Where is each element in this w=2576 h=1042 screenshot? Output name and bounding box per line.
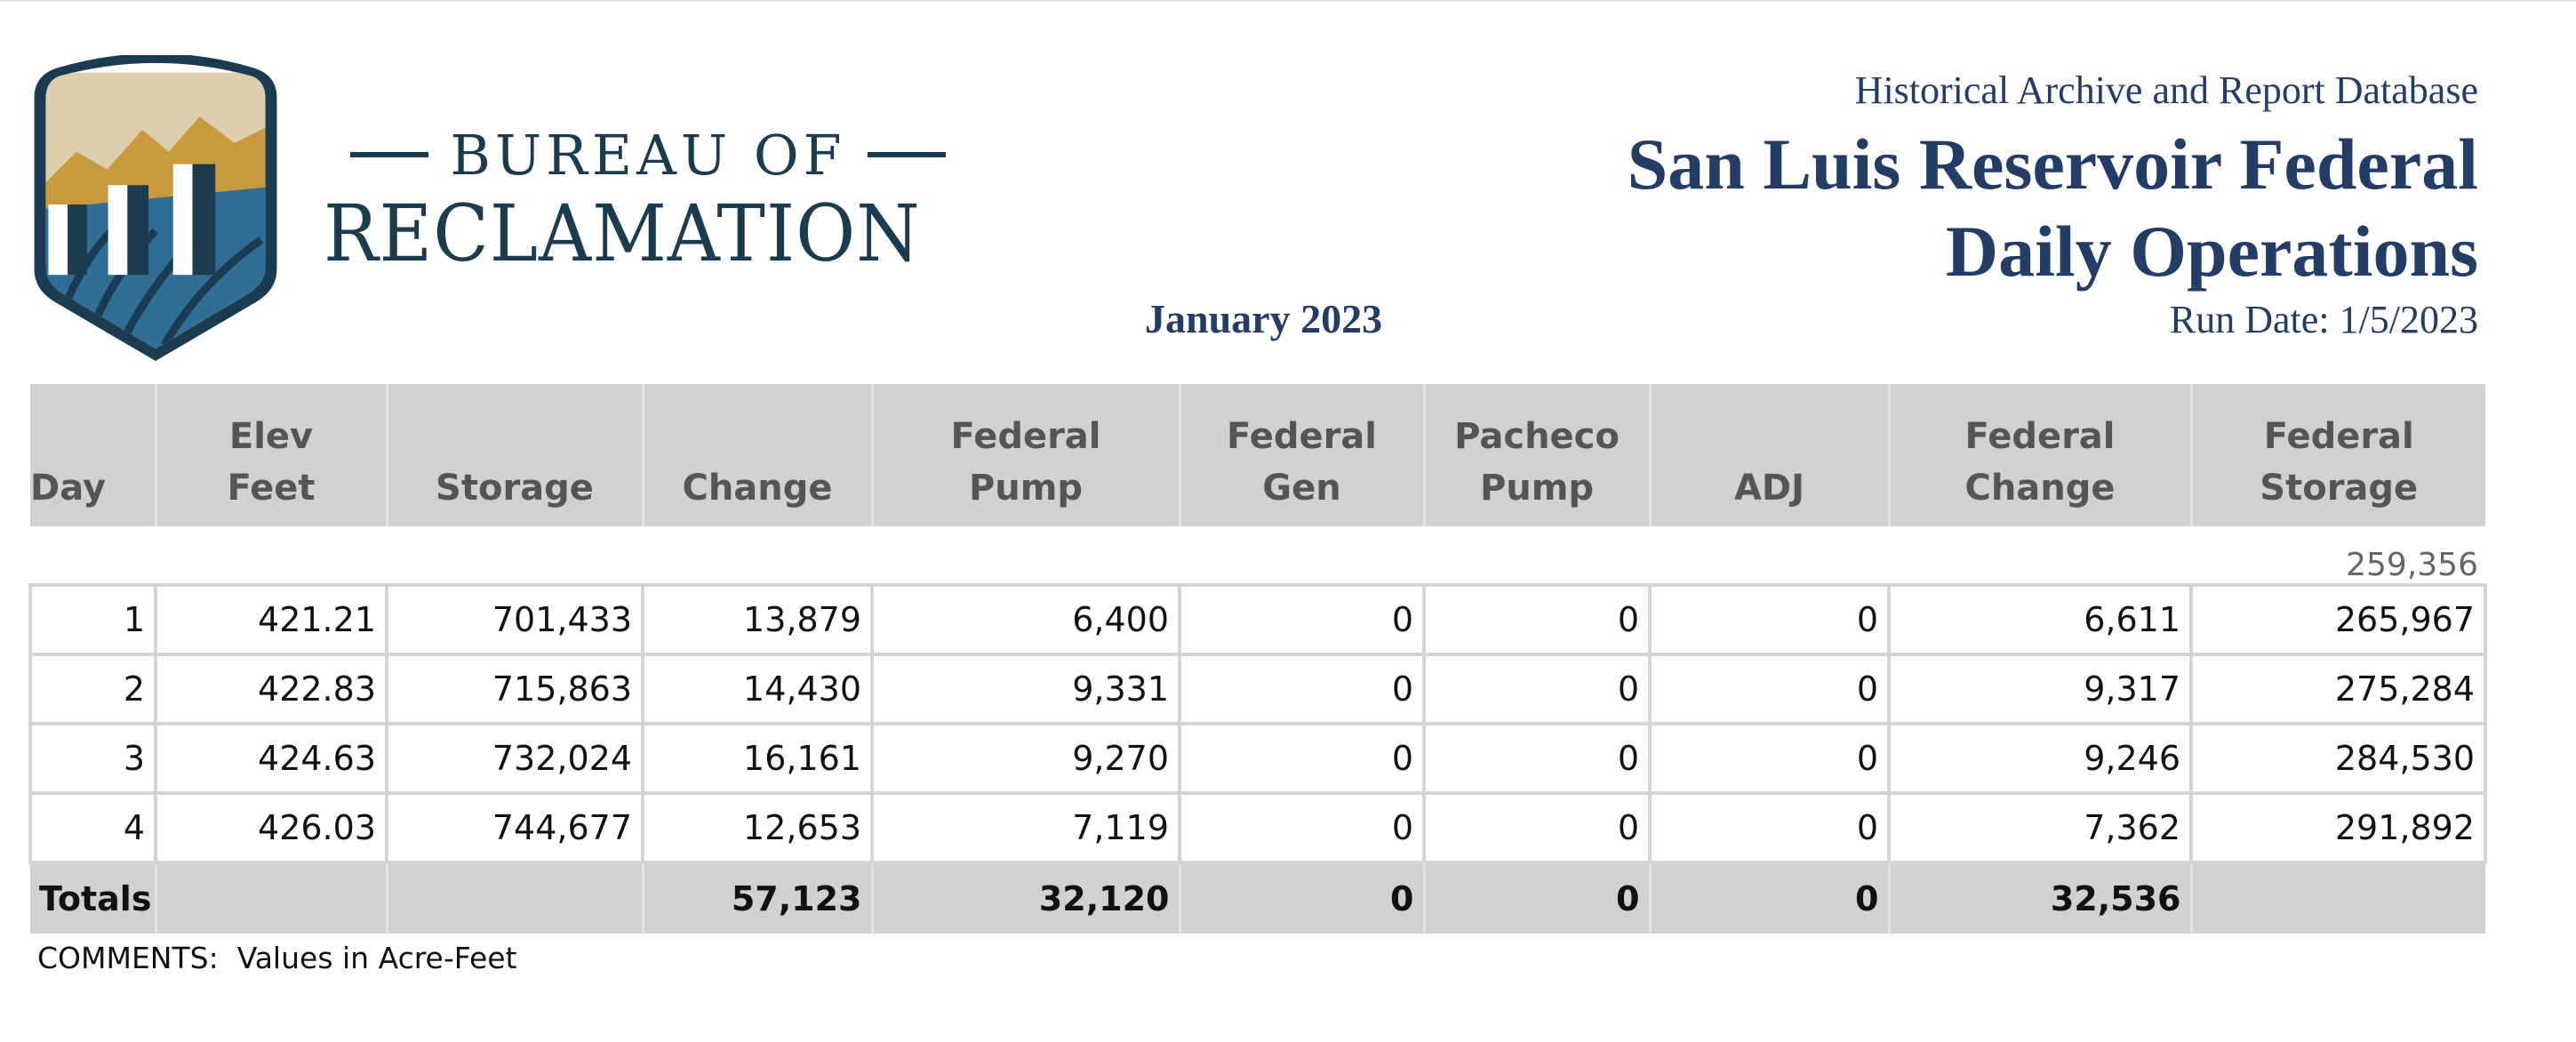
table-cell: 0 bbox=[1422, 722, 1652, 795]
totals-cell: 0 bbox=[1648, 862, 1889, 934]
column-header: Federal Storage bbox=[2189, 384, 2485, 526]
table-cell: 0 bbox=[1648, 583, 1891, 656]
table-cell: 0 bbox=[1422, 791, 1652, 864]
comments-note: COMMENTS: Values in Acre-Feet bbox=[37, 941, 517, 975]
table-cell: 9,331 bbox=[870, 653, 1181, 725]
dash-left bbox=[350, 152, 429, 157]
table-cell: 6,400 bbox=[870, 583, 1181, 656]
agency-line1-text: BUREAU OF bbox=[450, 122, 846, 188]
table-cell: 16,161 bbox=[641, 722, 874, 795]
totals-cell bbox=[385, 862, 643, 934]
table-cell: 4 bbox=[28, 791, 157, 864]
table-cell: 9,270 bbox=[870, 722, 1181, 795]
table-cell: 701,433 bbox=[385, 583, 644, 656]
table-cell: 9,317 bbox=[1887, 653, 2193, 725]
column-header: Federal Gen bbox=[1178, 384, 1424, 526]
column-header: Federal Change bbox=[1887, 384, 2191, 526]
report-database-label: Historical Archive and Report Database bbox=[1854, 68, 2478, 112]
table-cell: 13,879 bbox=[641, 583, 874, 656]
table-cell: 2 bbox=[28, 653, 157, 725]
table-cell: 424.63 bbox=[154, 722, 388, 795]
reclamation-shield-icon bbox=[34, 55, 277, 362]
table-cell: 744,677 bbox=[385, 791, 644, 864]
run-date: Run Date: 1/5/2023 bbox=[2169, 298, 2478, 341]
table-cell: 422.83 bbox=[154, 653, 388, 725]
column-header: ADJ bbox=[1648, 384, 1889, 526]
column-header: Federal Pump bbox=[870, 384, 1180, 526]
table-header-row: Day Elev Feet Storage Change Federal Pump … bbox=[30, 384, 2485, 526]
totals-cell: 57,123 bbox=[641, 862, 872, 934]
table-cell: 0 bbox=[1178, 583, 1426, 656]
table-row: 4 426.03 744,677 12,653 7,119 0 0 0 7,36… bbox=[28, 791, 2487, 864]
agency-name-bottom: RECLAMATION bbox=[324, 188, 921, 279]
column-header: Pacheco Pump bbox=[1422, 384, 1650, 526]
table-cell: 3 bbox=[28, 722, 157, 795]
table-cell: 7,362 bbox=[1887, 791, 2193, 864]
column-header: Storage bbox=[385, 384, 643, 526]
table-cell: 732,024 bbox=[385, 722, 644, 795]
table-cell: 14,430 bbox=[641, 653, 874, 725]
table-cell: 284,530 bbox=[2189, 722, 2487, 795]
table-cell: 0 bbox=[1178, 791, 1426, 864]
totals-row: Totals 57,123 32,120 0 0 0 32,536 bbox=[30, 862, 2485, 934]
table-cell: 9,246 bbox=[1887, 722, 2193, 795]
table-cell: 1 bbox=[28, 583, 157, 656]
table-cell: 715,863 bbox=[385, 653, 644, 725]
table-cell: 6,611 bbox=[1887, 583, 2193, 656]
report-title: San Luis Reservoir Federal Daily Operati… bbox=[1627, 124, 2478, 292]
starting-federal-storage: 259,356 bbox=[2346, 547, 2478, 583]
column-header: Elev Feet bbox=[154, 384, 387, 526]
table-cell: 0 bbox=[1648, 653, 1891, 725]
table-cell: 0 bbox=[1422, 653, 1652, 725]
table-row: 2 422.83 715,863 14,430 9,331 0 0 0 9,31… bbox=[28, 653, 2487, 725]
agency-name-top: BUREAU OF bbox=[329, 117, 967, 192]
totals-cell: 32,536 bbox=[1887, 862, 2191, 934]
table-cell: 291,892 bbox=[2189, 791, 2487, 864]
column-header: Day bbox=[30, 384, 156, 526]
report-period: January 2023 bbox=[1145, 296, 1383, 341]
operations-table: Day Elev Feet Storage Change Federal Pump … bbox=[28, 384, 2487, 934]
column-header: Change bbox=[641, 384, 872, 526]
totals-cell: 0 bbox=[1422, 862, 1650, 934]
totals-cell: 0 bbox=[1178, 862, 1424, 934]
table-cell: 12,653 bbox=[641, 791, 874, 864]
table-cell: 0 bbox=[1178, 722, 1426, 795]
totals-cell bbox=[154, 862, 387, 934]
table-cell: 0 bbox=[1178, 653, 1426, 725]
table-cell: 0 bbox=[1648, 791, 1891, 864]
table-cell: 426.03 bbox=[154, 791, 388, 864]
table-cell: 421.21 bbox=[154, 583, 388, 656]
table-row: 1 421.21 701,433 13,879 6,400 0 0 0 6,61… bbox=[28, 583, 2487, 656]
totals-cell: 32,120 bbox=[870, 862, 1180, 934]
top-rule bbox=[0, 0, 2576, 2]
table-cell: 0 bbox=[1648, 722, 1891, 795]
starting-storage-row: 259,356 bbox=[30, 526, 2485, 585]
table-cell: 275,284 bbox=[2189, 653, 2487, 725]
table-row: 3 424.63 732,024 16,161 9,270 0 0 0 9,24… bbox=[28, 722, 2487, 795]
dash-right bbox=[867, 152, 946, 157]
table-cell: 0 bbox=[1422, 583, 1652, 656]
totals-label: Totals bbox=[30, 862, 156, 934]
totals-cell bbox=[2189, 862, 2485, 934]
table-cell: 7,119 bbox=[870, 791, 1181, 864]
table-cell: 265,967 bbox=[2189, 583, 2487, 656]
